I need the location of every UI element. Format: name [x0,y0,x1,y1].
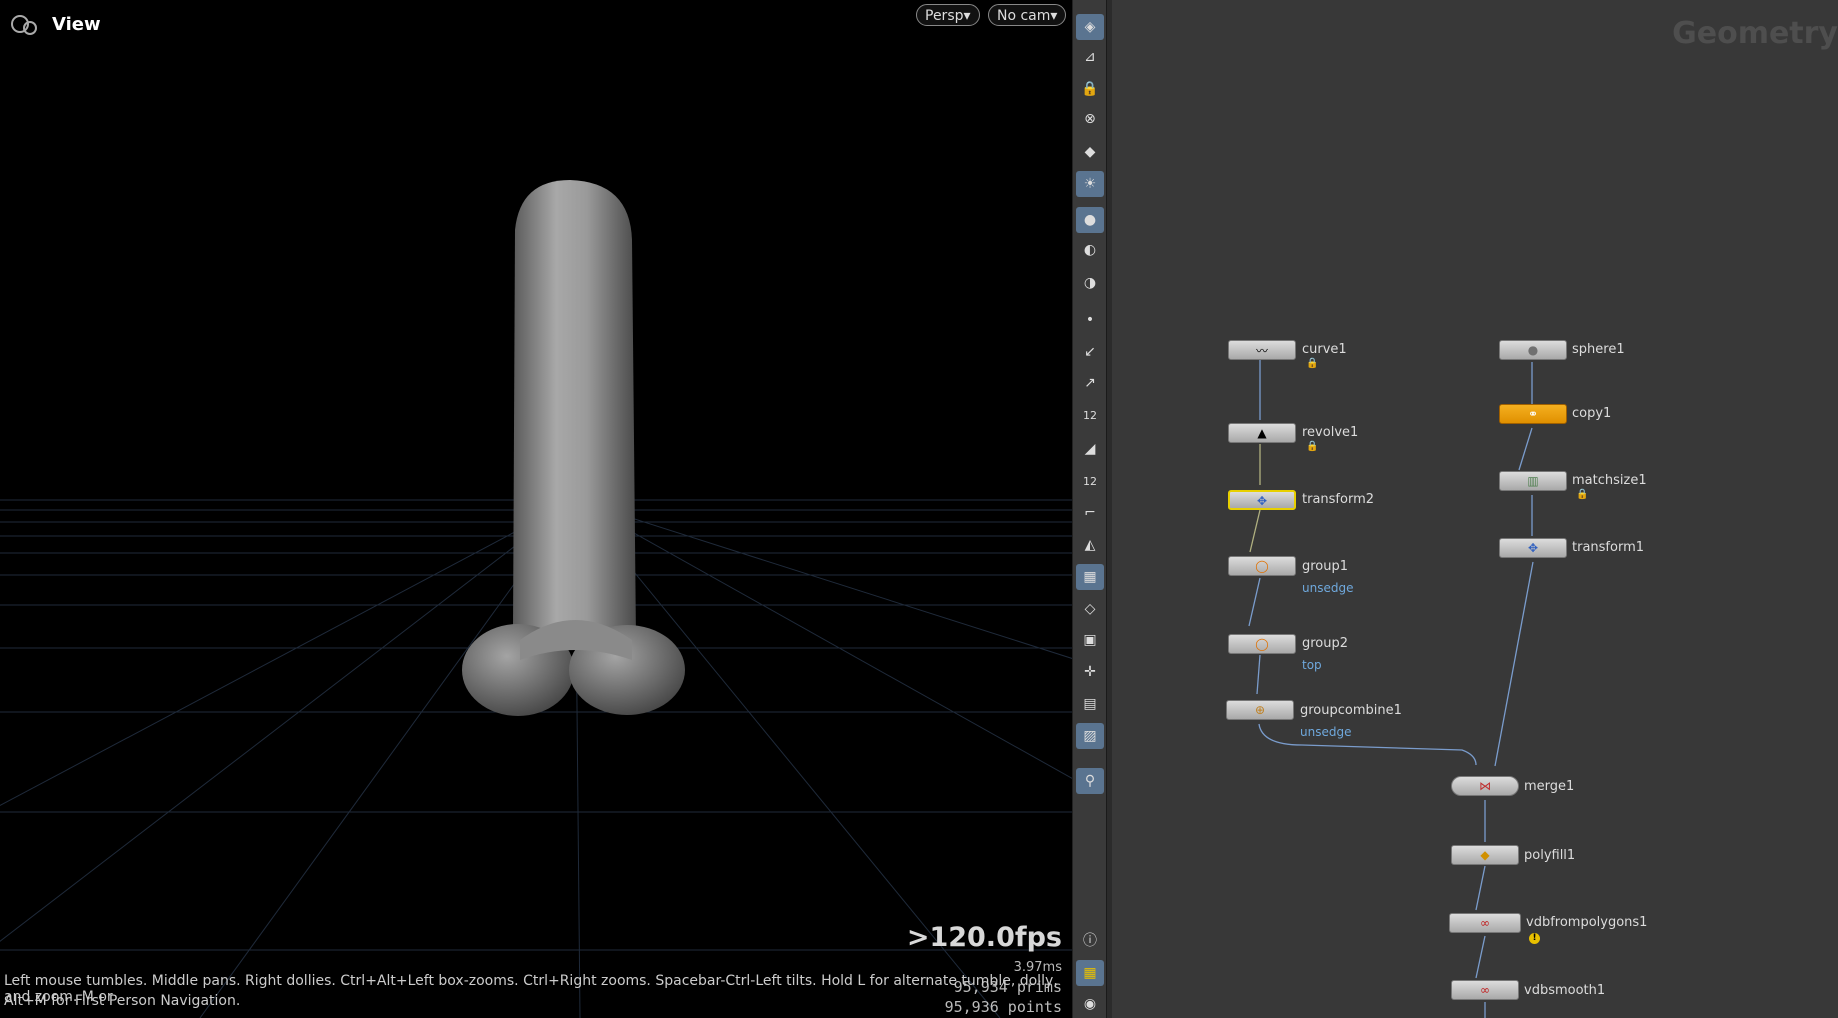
normal-display-icon[interactable]: ↙ [1076,339,1104,365]
node-group-name-groupcombine1: unsedge [1300,725,1352,739]
node-label-transform2: transform2 [1302,492,1375,507]
transform-icon: ✥ [1527,541,1539,555]
node-label-revolve1: revolve1 [1302,425,1359,440]
groupcombine-icon: ⊕ [1254,703,1266,717]
background-image-icon[interactable]: ▨ [1076,723,1104,749]
node-vdbsmooth1[interactable]: ∞ [1451,980,1519,1000]
uv-map-icon[interactable]: ▣ [1076,627,1104,653]
matchsize-icon: ▥ [1527,474,1539,488]
node-label-vdbfrompolygons1: vdbfrompolygons1 [1526,915,1648,930]
node-wires [1248,360,1534,1018]
camera-menu-button[interactable]: No cam▾ [988,4,1067,26]
node-sphere1[interactable]: ● [1499,340,1567,360]
node-transform2[interactable]: ✥ [1228,490,1296,510]
prim-number-icon[interactable]: 12 [1076,468,1104,494]
close-icon[interactable]: ⊗ [1076,106,1104,132]
bounding-box-icon[interactable]: ▤ [1076,691,1104,717]
node-network-editor[interactable]: Geometry 〰 curve1 🔒 ▲ revolve1 🔒 ✥ trans… [1112,0,1838,1018]
node-label-groupcombine1: groupcombine1 [1300,703,1402,718]
node-label-copy1: copy1 [1572,406,1612,421]
vdb-icon: ∞ [1480,916,1490,930]
point-normal-icon[interactable]: ↗ [1076,370,1104,396]
point-display-icon[interactable]: • [1076,307,1104,333]
prim-number-label: 12 [1083,474,1097,488]
node-label-matchsize1: matchsize1 [1572,473,1647,488]
node-matchsize1[interactable]: ▥ [1499,471,1567,491]
lock-icon[interactable]: 🔒 [1076,76,1104,102]
layout-grid-icon[interactable]: ▦ [1076,960,1104,986]
point-number-label: 12 [1083,408,1097,422]
node-group1[interactable]: ◯ [1228,556,1296,576]
node-group-name-group2: top [1302,658,1322,672]
mesh-model[interactable] [0,0,1072,1018]
node-revolve1[interactable]: ▲ [1228,423,1296,443]
node-label-vdbsmooth1: vdbsmooth1 [1524,983,1606,998]
revolve-icon: ▲ [1257,426,1267,440]
vector-display-icon[interactable]: ✛ [1076,659,1104,685]
chevron-down-icon: ▾ [1050,8,1058,24]
location-pin-icon[interactable]: ⚲ [1076,768,1104,794]
point-number-icon[interactable]: 12 [1076,402,1104,428]
transform-icon: ✥ [1256,494,1268,508]
node-group2[interactable]: ◯ [1228,634,1296,654]
node-vdbfrompolygons1[interactable]: ∞ [1449,913,1521,933]
node-groupcombine1[interactable]: ⊕ [1226,700,1294,720]
curve-icon: 〰 [1255,343,1268,358]
light-link-icon[interactable]: ◆ [1076,139,1104,165]
warning-icon[interactable]: ! [1529,933,1540,944]
viewport-title: View [52,14,101,35]
scene-viewport[interactable]: View Persp▾ No cam▾ >120.0fps 3.97ms 95,… [0,0,1072,1018]
chevron-down-icon: ▾ [963,8,971,24]
shading-icon[interactable]: ● [1076,207,1104,233]
camera-ghost-icon[interactable]: ◐ [1076,237,1104,263]
viewport-toolbar: ◈ ⊿ 🔒 ⊗ ◆ ☀ ● ◐ ◑ • ↙ ↗ 12 ◢ 12 ⌐ ◭ ▦ ◇ … [1072,0,1107,1018]
lock-icon: 🔒 [1576,489,1589,500]
prim-normal-icon[interactable]: ◢ [1076,436,1104,462]
perspective-label: Persp [925,8,964,24]
checker-texture-icon[interactable]: ▦ [1076,564,1104,590]
navigation-hint-2: Alt+M for First Person Navigation. [4,993,241,1009]
snap-grid-icon[interactable]: ⊿ [1076,44,1104,70]
info-icon[interactable]: ⓘ [1076,927,1104,953]
profile-curve-icon[interactable]: ⌐ [1076,500,1104,526]
node-transform1[interactable]: ✥ [1499,538,1567,558]
node-merge1[interactable]: ⋈ [1451,776,1519,796]
node-label-sphere1: sphere1 [1572,342,1625,357]
lock-icon: 🔒 [1306,358,1319,369]
camera-label: No cam [997,8,1051,24]
perspective-menu-button[interactable]: Persp▾ [916,4,980,26]
node-polyfill1[interactable]: ◆ [1451,845,1519,865]
lock-icon: 🔒 [1306,441,1319,452]
camera-view-icon[interactable] [8,12,40,38]
node-label-merge1: merge1 [1524,779,1575,794]
camera-template-icon[interactable]: ◑ [1076,270,1104,296]
node-label-group1: group1 [1302,559,1349,574]
node-label-transform1: transform1 [1572,540,1645,555]
copy-icon: ⚭ [1527,407,1539,421]
node-label-curve1: curve1 [1302,342,1347,357]
visibility-eye-icon[interactable]: ◉ [1076,991,1104,1017]
sphere-icon: ● [1527,343,1539,357]
node-group-name-group1: unsedge [1302,581,1354,595]
node-label-group2: group2 [1302,636,1349,651]
polyfill-icon: ◆ [1480,848,1490,862]
light-bulb-icon[interactable]: ☀ [1076,171,1104,197]
group-icon: ◯ [1255,637,1269,651]
merge-icon: ⋈ [1479,779,1491,793]
node-label-polyfill1: polyfill1 [1524,848,1576,863]
vdb-icon: ∞ [1480,983,1490,997]
fps-readout: >120.0fps [906,922,1062,953]
node-copy1[interactable]: ⚭ [1499,404,1567,424]
flat-shade-icon[interactable]: ◭ [1076,532,1104,558]
uv-diamond-icon[interactable]: ◇ [1076,596,1104,622]
display-options-icon[interactable]: ◈ [1076,14,1104,40]
node-curve1[interactable]: 〰 [1228,340,1296,360]
group-icon: ◯ [1255,559,1269,573]
